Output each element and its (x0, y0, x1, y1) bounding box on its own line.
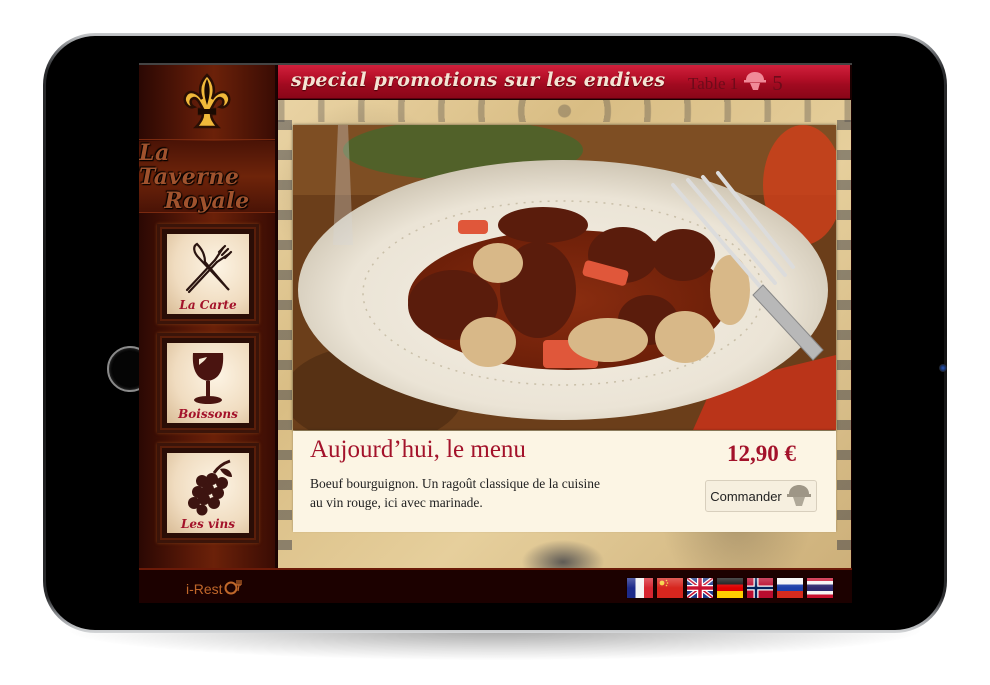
flag-no[interactable] (747, 578, 773, 598)
tile-face: La Carte (167, 234, 249, 314)
guest-count: 5 (772, 71, 783, 95)
flag-de[interactable] (717, 578, 743, 598)
cloche-serving-icon (786, 483, 812, 510)
dish-price: 12,90 € (727, 441, 796, 466)
table-label: Table 1 (688, 73, 739, 93)
irest-logo-text: i-Rest (186, 580, 223, 597)
flag-th[interactable] (807, 578, 833, 598)
sidebar-item-la-carte[interactable]: La Carte (157, 224, 259, 324)
order-button[interactable]: Commander (705, 480, 817, 512)
parchment-ornament (518, 538, 608, 568)
dish-description: Boeuf bourguignon. Un ragoût classique d… (310, 476, 600, 510)
flag-cn[interactable] (657, 578, 683, 598)
header-bar: special promotions sur les endives Table… (278, 65, 850, 99)
dish-info-card: Aujourd’hui, le menu Boeuf bourguignon. … (293, 431, 836, 532)
irest-logo: i-Rest (186, 579, 242, 598)
sidebar-item-label: La Carte (179, 298, 237, 312)
content-area: Aujourd’hui, le menu Boeuf bourguignon. … (278, 100, 851, 568)
tile-face: Les vins (167, 453, 249, 533)
fork-knife-icon (177, 240, 239, 298)
language-selector (627, 578, 833, 598)
app-screen: La Taverne Royale La Carte Boissons Les … (139, 63, 852, 603)
brand-line-2: Royale (164, 187, 250, 214)
promo-banner-text: special promotions sur les endives (291, 69, 666, 91)
grapes-icon (177, 459, 239, 517)
parchment-ornament (278, 120, 292, 560)
sidebar-item-les-vins[interactable]: Les vins (157, 443, 259, 543)
waiter-cloche-icon[interactable] (744, 71, 767, 96)
fleur-de-lis-icon (176, 71, 238, 133)
sidebar-item-boissons[interactable]: Boissons (157, 333, 259, 433)
order-button-label: Commander (710, 488, 782, 504)
flag-gb[interactable] (687, 578, 713, 598)
sidebar-item-label: Les vins (180, 517, 236, 531)
sidebar: La Taverne Royale La Carte Boissons Les … (139, 65, 277, 568)
brand-line-1: La Taverne (139, 139, 240, 190)
dish-title: Aujourd’hui, le menu (310, 436, 526, 463)
flag-ru[interactable] (777, 578, 803, 598)
logo-area (139, 65, 275, 140)
tile-face: Boissons (167, 343, 249, 423)
parchment-ornament (278, 100, 851, 122)
table-info: Table 1 5 (688, 71, 783, 96)
sidebar-item-label: Boissons (178, 407, 238, 421)
parchment-ornament (837, 120, 851, 560)
brand-name: La Taverne Royale (139, 141, 275, 213)
dish-photo (293, 125, 836, 430)
footer-bar: i-Rest (139, 568, 852, 603)
plate-fork-icon (224, 579, 242, 598)
wine-glass-icon (177, 349, 239, 407)
camera-icon (939, 364, 947, 372)
flag-fr[interactable] (627, 578, 653, 598)
